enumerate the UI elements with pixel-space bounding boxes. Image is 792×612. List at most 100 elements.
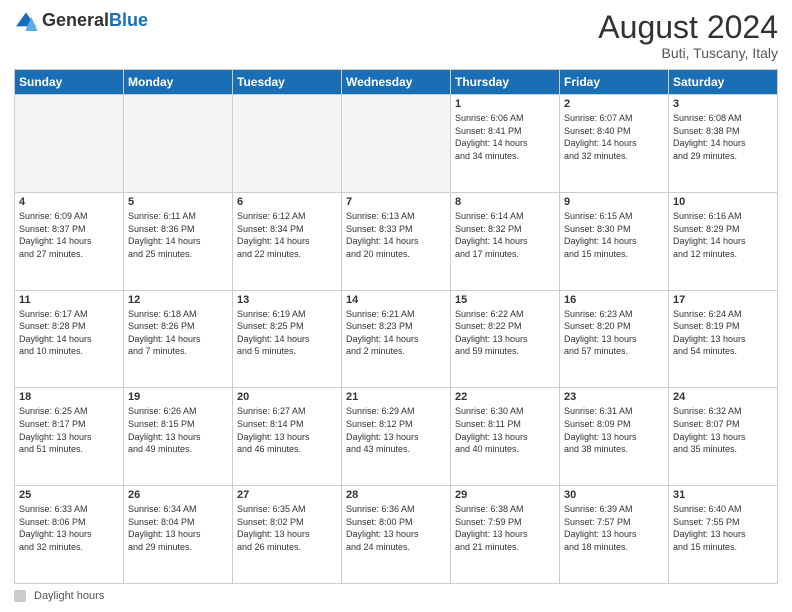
calendar-cell: 22 Sunrise: 6:30 AM Sunset: 8:11 PM Dayli… xyxy=(451,388,560,486)
subtitle: Buti, Tuscany, Italy xyxy=(598,45,778,61)
calendar-cell: 20Sunrise: 6:27 AM Sunset: 8:14 PM Dayli… xyxy=(233,388,342,486)
day-number: 28 xyxy=(346,489,446,501)
generalblue-logo-icon xyxy=(14,11,38,31)
day-info: Sunrise: 6:30 AM Sunset: 8:11 PM Dayligh… xyxy=(455,405,555,455)
calendar-cell: 11Sunrise: 6:17 AM Sunset: 8:28 PM Dayli… xyxy=(15,290,124,388)
day-info: Sunrise: 6:21 AM Sunset: 8:23 PM Dayligh… xyxy=(346,308,446,358)
day-number: 2 xyxy=(564,98,664,110)
day-info: Sunrise: 6:16 AM Sunset: 8:29 PM Dayligh… xyxy=(673,210,773,260)
col-header-friday: Friday xyxy=(560,70,669,95)
day-number: 5 xyxy=(128,196,228,208)
day-info: Sunrise: 6:36 AM Sunset: 8:00 PM Dayligh… xyxy=(346,503,446,553)
calendar-cell: 10 Sunrise: 6:16 AM Sunset: 8:29 PM Dayli… xyxy=(669,192,778,290)
day-number: 16 xyxy=(564,294,664,306)
footer: Daylight hours xyxy=(14,590,778,602)
day-info: Sunrise: 6:06 AM Sunset: 8:41 PM Dayligh… xyxy=(455,112,555,162)
day-info: Sunrise: 6:25 AM Sunset: 8:17 PM Dayligh… xyxy=(19,405,119,455)
day-number: 30 xyxy=(564,489,664,501)
main-title: August 2024 xyxy=(598,10,778,45)
day-info: Sunrise: 6:38 AM Sunset: 7:59 PM Dayligh… xyxy=(455,503,555,553)
calendar-cell: 5 Sunrise: 6:11 AM Sunset: 8:36 PM Daylig… xyxy=(124,192,233,290)
calendar-cell: 16 Sunrise: 6:23 AM Sunset: 8:20 PM Dayli… xyxy=(560,290,669,388)
day-info: Sunrise: 6:22 AM Sunset: 8:22 PM Dayligh… xyxy=(455,308,555,358)
day-number: 1 xyxy=(455,98,555,110)
day-info: Sunrise: 6:11 AM Sunset: 8:36 PM Dayligh… xyxy=(128,210,228,260)
day-number: 31 xyxy=(673,489,773,501)
calendar-cell: 4Sunrise: 6:09 AM Sunset: 8:37 PM Daylig… xyxy=(15,192,124,290)
day-number: 10 xyxy=(673,196,773,208)
calendar-cell xyxy=(342,95,451,193)
day-info: Sunrise: 6:32 AM Sunset: 8:07 PM Dayligh… xyxy=(673,405,773,455)
day-info: Sunrise: 6:08 AM Sunset: 8:38 PM Dayligh… xyxy=(673,112,773,162)
day-number: 3 xyxy=(673,98,773,110)
day-number: 21 xyxy=(346,391,446,403)
calendar-cell: 30 Sunrise: 6:39 AM Sunset: 7:57 PM Dayli… xyxy=(560,486,669,584)
day-info: Sunrise: 6:35 AM Sunset: 8:02 PM Dayligh… xyxy=(237,503,337,553)
day-number: 22 xyxy=(455,391,555,403)
day-info: Sunrise: 6:18 AM Sunset: 8:26 PM Dayligh… xyxy=(128,308,228,358)
header-row: SundayMondayTuesdayWednesdayThursdayFrid… xyxy=(15,70,778,95)
calendar-cell: 14 Sunrise: 6:21 AM Sunset: 8:23 PM Dayli… xyxy=(342,290,451,388)
footer-dot xyxy=(14,590,26,602)
day-info: Sunrise: 6:34 AM Sunset: 8:04 PM Dayligh… xyxy=(128,503,228,553)
calendar-cell xyxy=(233,95,342,193)
calendar-cell: 21 Sunrise: 6:29 AM Sunset: 8:12 PM Dayli… xyxy=(342,388,451,486)
day-number: 14 xyxy=(346,294,446,306)
col-header-tuesday: Tuesday xyxy=(233,70,342,95)
calendar-cell: 18 Sunrise: 6:25 AM Sunset: 8:17 PM Dayli… xyxy=(15,388,124,486)
calendar-cell: 26 Sunrise: 6:34 AM Sunset: 8:04 PM Dayli… xyxy=(124,486,233,584)
day-info: Sunrise: 6:40 AM Sunset: 7:55 PM Dayligh… xyxy=(673,503,773,553)
day-number: 15 xyxy=(455,294,555,306)
calendar-cell: 9Sunrise: 6:15 AM Sunset: 8:30 PM Daylig… xyxy=(560,192,669,290)
day-number: 24 xyxy=(673,391,773,403)
day-number: 8 xyxy=(455,196,555,208)
week-row-5: 25 Sunrise: 6:33 AM Sunset: 8:06 PM Dayli… xyxy=(15,486,778,584)
day-number: 29 xyxy=(455,489,555,501)
day-info: Sunrise: 6:39 AM Sunset: 7:57 PM Dayligh… xyxy=(564,503,664,553)
calendar-cell: 28 Sunrise: 6:36 AM Sunset: 8:00 PM Dayli… xyxy=(342,486,451,584)
header: GeneralBlue August 2024 Buti, Tuscany, I… xyxy=(14,10,778,61)
col-header-saturday: Saturday xyxy=(669,70,778,95)
day-info: Sunrise: 6:29 AM Sunset: 8:12 PM Dayligh… xyxy=(346,405,446,455)
day-info: Sunrise: 6:07 AM Sunset: 8:40 PM Dayligh… xyxy=(564,112,664,162)
logo-general: General xyxy=(42,10,109,30)
calendar-cell: 7 Sunrise: 6:13 AM Sunset: 8:33 PM Daylig… xyxy=(342,192,451,290)
day-number: 23 xyxy=(564,391,664,403)
day-number: 17 xyxy=(673,294,773,306)
day-info: Sunrise: 6:24 AM Sunset: 8:19 PM Dayligh… xyxy=(673,308,773,358)
day-number: 4 xyxy=(19,196,119,208)
calendar-cell: 15 Sunrise: 6:22 AM Sunset: 8:22 PM Dayli… xyxy=(451,290,560,388)
day-info: Sunrise: 6:23 AM Sunset: 8:20 PM Dayligh… xyxy=(564,308,664,358)
calendar-cell: 1 Sunrise: 6:06 AM Sunset: 8:41 PM Daylig… xyxy=(451,95,560,193)
day-number: 7 xyxy=(346,196,446,208)
day-number: 27 xyxy=(237,489,337,501)
day-number: 25 xyxy=(19,489,119,501)
page: GeneralBlue August 2024 Buti, Tuscany, I… xyxy=(0,0,792,612)
day-number: 18 xyxy=(19,391,119,403)
logo-text: GeneralBlue xyxy=(42,10,148,31)
day-number: 26 xyxy=(128,489,228,501)
col-header-monday: Monday xyxy=(124,70,233,95)
week-row-2: 4Sunrise: 6:09 AM Sunset: 8:37 PM Daylig… xyxy=(15,192,778,290)
day-info: Sunrise: 6:33 AM Sunset: 8:06 PM Dayligh… xyxy=(19,503,119,553)
calendar-cell: 24 Sunrise: 6:32 AM Sunset: 8:07 PM Dayli… xyxy=(669,388,778,486)
day-info: Sunrise: 6:14 AM Sunset: 8:32 PM Dayligh… xyxy=(455,210,555,260)
calendar-cell: 13Sunrise: 6:19 AM Sunset: 8:25 PM Dayli… xyxy=(233,290,342,388)
col-header-sunday: Sunday xyxy=(15,70,124,95)
day-info: Sunrise: 6:13 AM Sunset: 8:33 PM Dayligh… xyxy=(346,210,446,260)
calendar-cell: 25 Sunrise: 6:33 AM Sunset: 8:06 PM Dayli… xyxy=(15,486,124,584)
calendar-cell: 12 Sunrise: 6:18 AM Sunset: 8:26 PM Dayli… xyxy=(124,290,233,388)
day-number: 12 xyxy=(128,294,228,306)
col-header-wednesday: Wednesday xyxy=(342,70,451,95)
calendar-cell: 6Sunrise: 6:12 AM Sunset: 8:34 PM Daylig… xyxy=(233,192,342,290)
day-info: Sunrise: 6:27 AM Sunset: 8:14 PM Dayligh… xyxy=(237,405,337,455)
calendar-cell: 27 Sunrise: 6:35 AM Sunset: 8:02 PM Dayli… xyxy=(233,486,342,584)
col-header-thursday: Thursday xyxy=(451,70,560,95)
calendar-cell: 8 Sunrise: 6:14 AM Sunset: 8:32 PM Daylig… xyxy=(451,192,560,290)
calendar-cell: 31 Sunrise: 6:40 AM Sunset: 7:55 PM Dayli… xyxy=(669,486,778,584)
calendar-table: SundayMondayTuesdayWednesdayThursdayFrid… xyxy=(14,69,778,584)
day-number: 9 xyxy=(564,196,664,208)
week-row-3: 11Sunrise: 6:17 AM Sunset: 8:28 PM Dayli… xyxy=(15,290,778,388)
calendar-cell: 17 Sunrise: 6:24 AM Sunset: 8:19 PM Dayli… xyxy=(669,290,778,388)
week-row-4: 18 Sunrise: 6:25 AM Sunset: 8:17 PM Dayli… xyxy=(15,388,778,486)
